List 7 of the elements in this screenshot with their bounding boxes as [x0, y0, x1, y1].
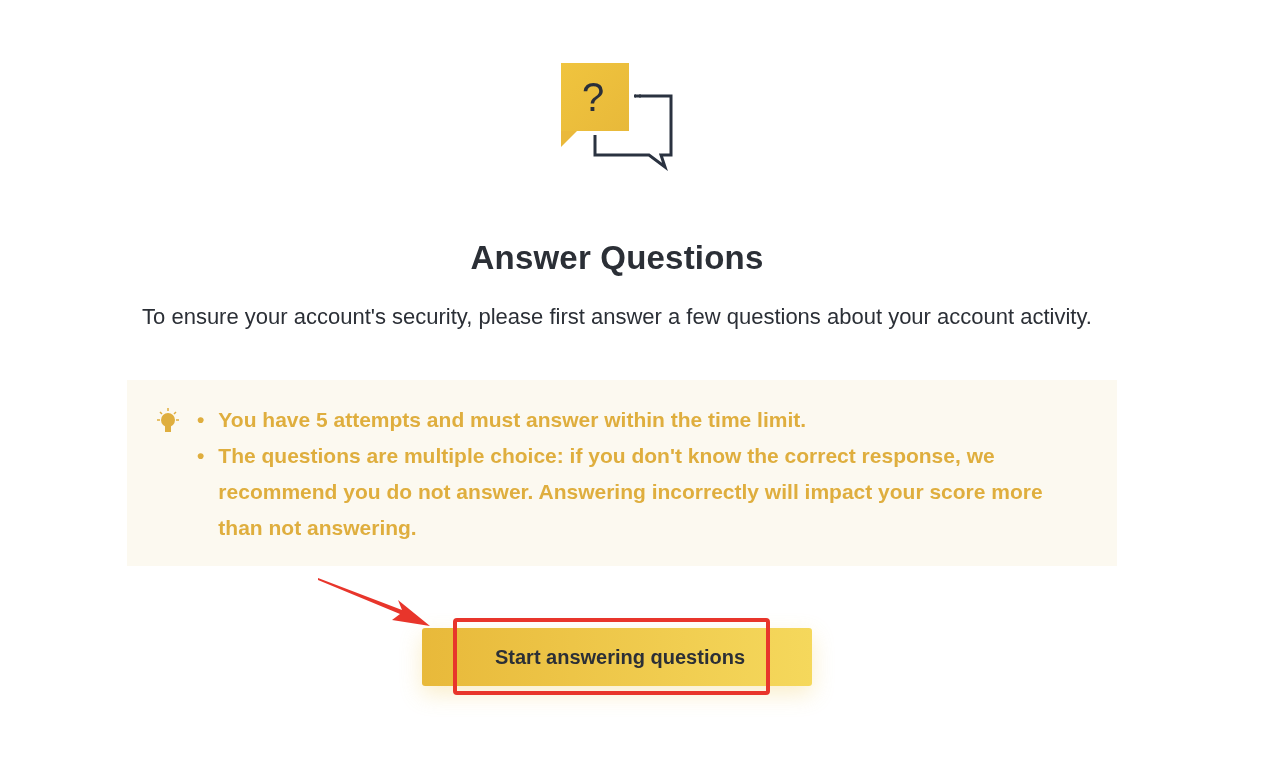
description-text: To ensure your account's security, please first answer a few questions about your account activity.	[141, 303, 1093, 331]
page-title: Answer Questions	[470, 239, 764, 277]
notice-text: The questions are multiple choice: if you don't know the correct response, we recommend you do not answer. Answering incorrectly will impact your score more than not answering.	[218, 443, 1044, 541]
start-answering-button[interactable]: Start answering questions	[422, 628, 812, 686]
bullet-marker: •	[197, 407, 205, 433]
notice-text: You have 5 attempts and must answer within the time limit.	[218, 407, 807, 433]
bullet-marker: •	[197, 443, 205, 469]
